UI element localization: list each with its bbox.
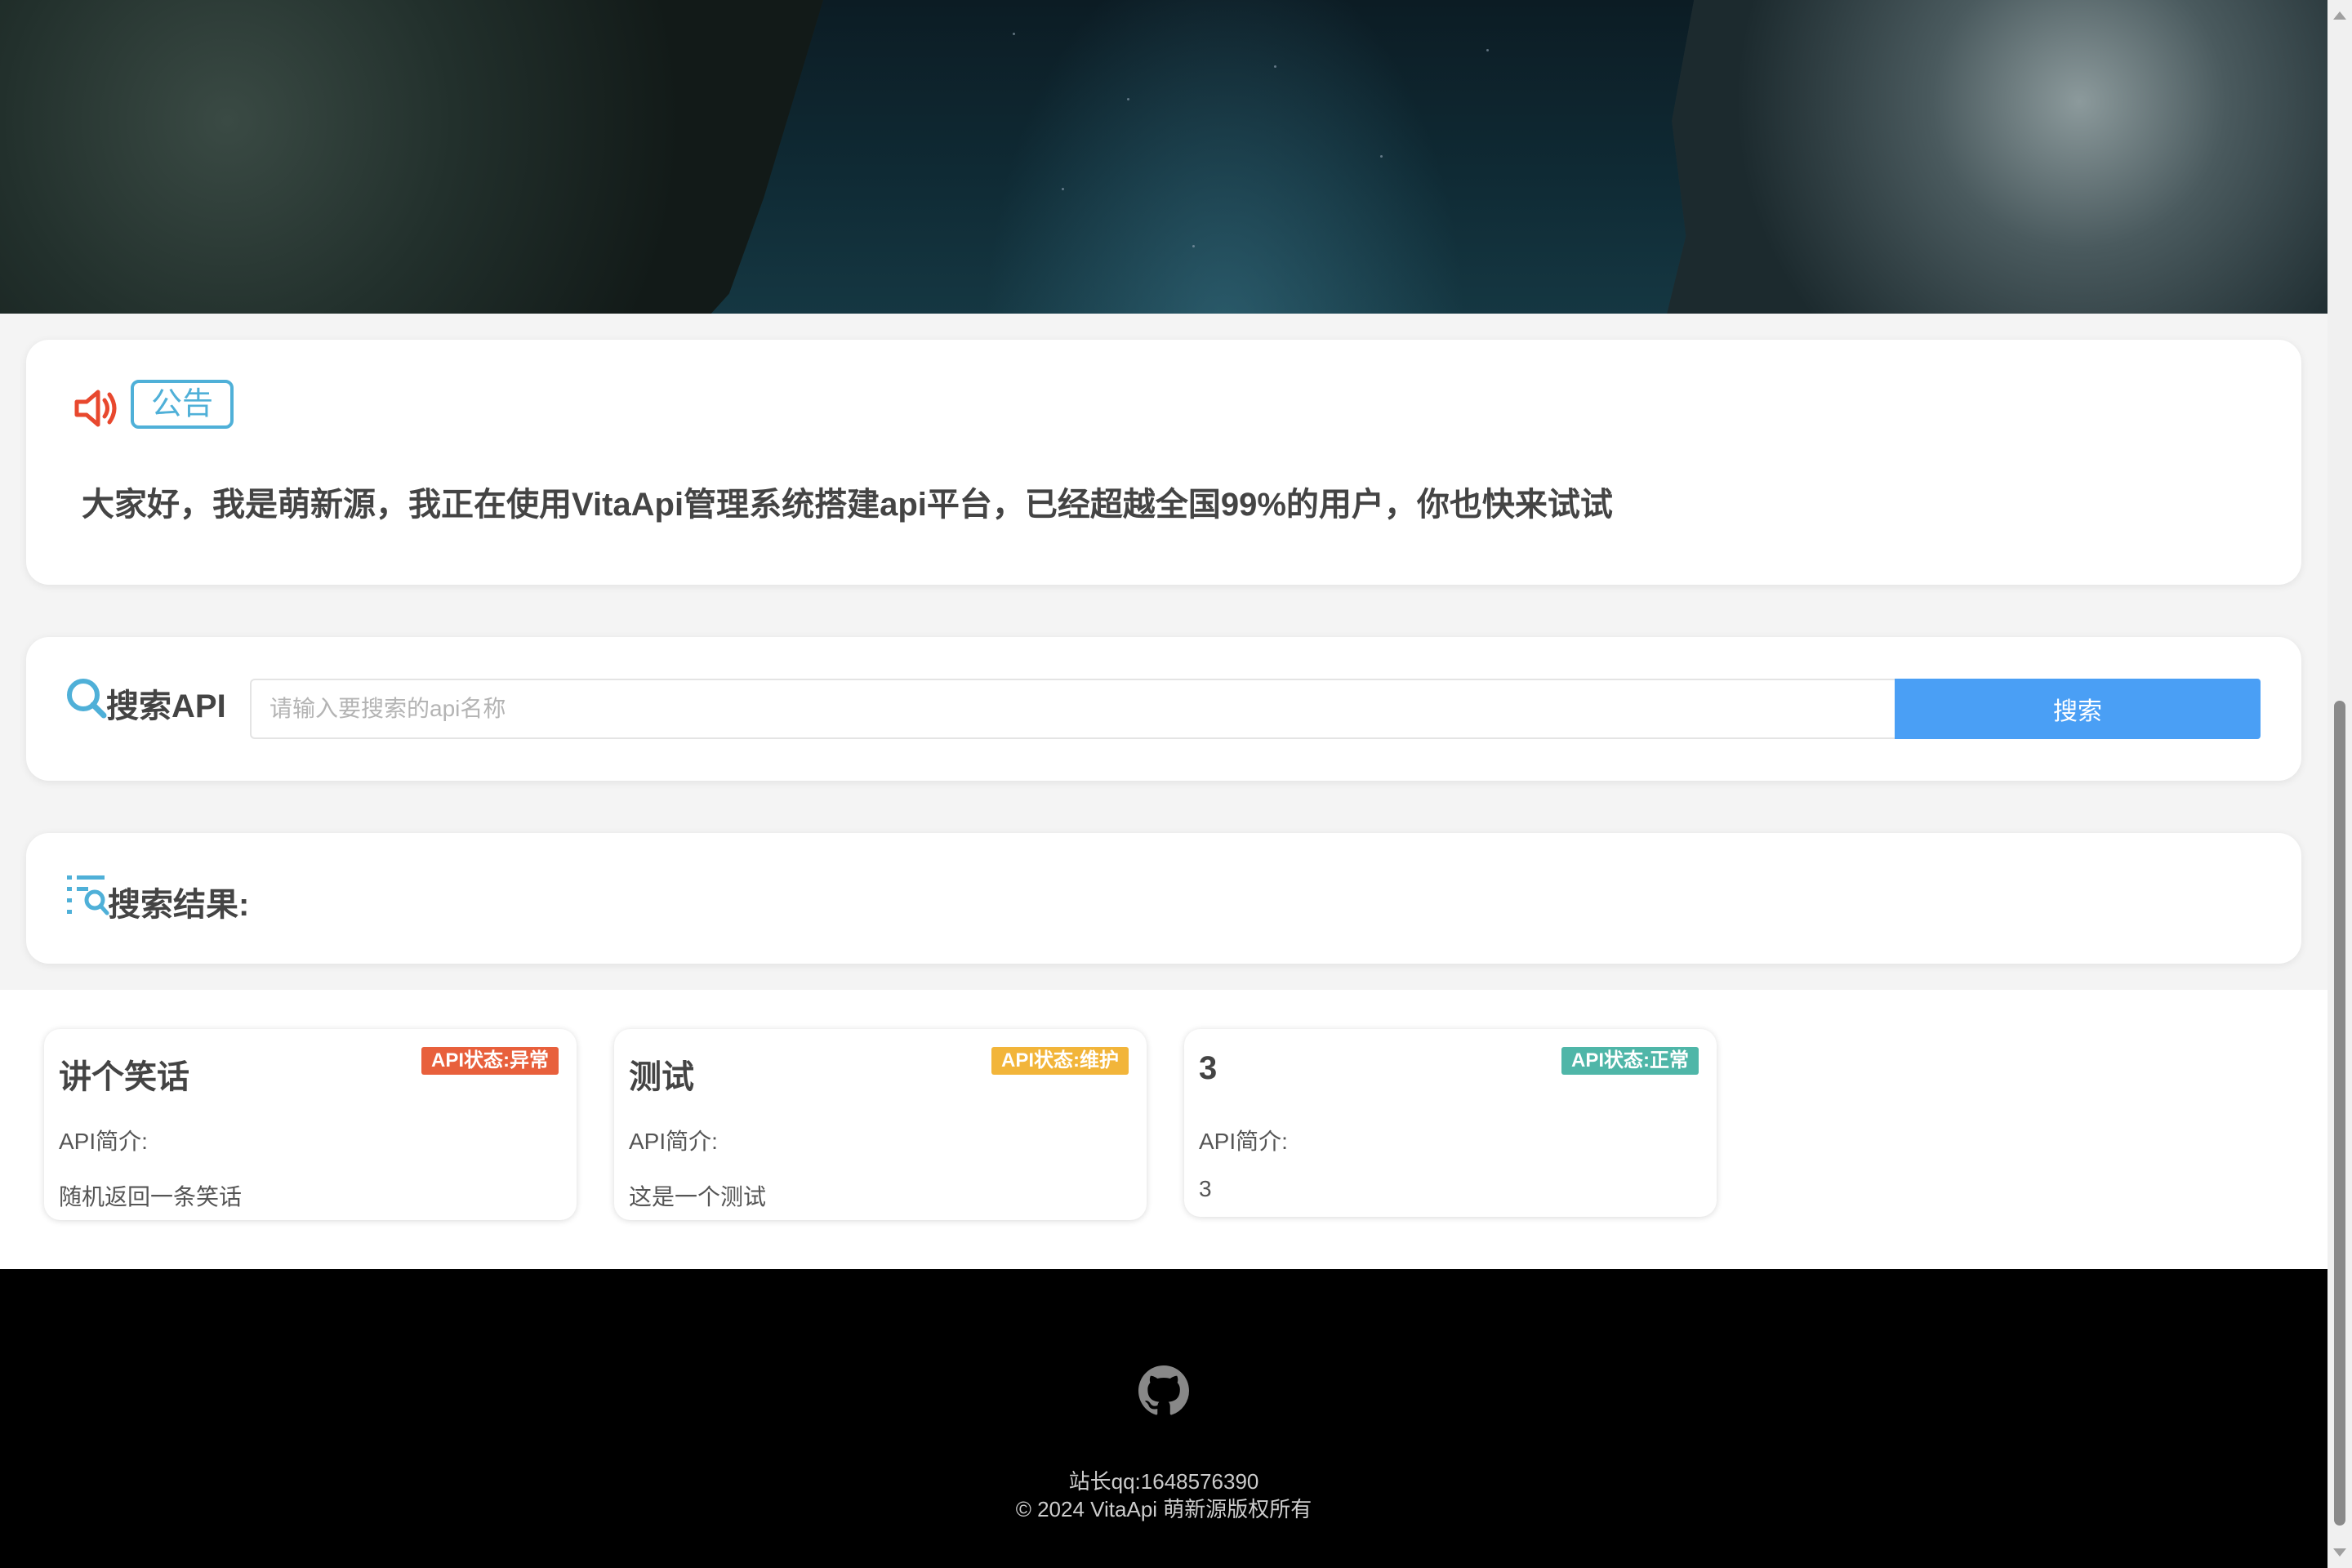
star [1062,188,1064,190]
api-intro-label: API简介: [629,1129,718,1154]
hero-banner-image [0,0,2328,314]
star [1127,98,1129,100]
list-search-icon [67,875,109,915]
api-card[interactable]: 测试 API状态:维护 API简介: 这是一个测试 [614,1029,1147,1220]
footer-copyright: © 2024 VitaApi 萌新源版权所有 [1015,1497,1312,1521]
footer-qq: 站长qq:1648576390 [1068,1469,1259,1494]
results-label: 搜索结果: [108,887,250,923]
api-intro-label: API简介: [1199,1129,1288,1154]
star [1380,155,1383,158]
star [1013,33,1015,35]
scroll-up-icon[interactable] [2333,11,2346,20]
star [1274,65,1276,68]
api-name: 讲个笑话 [59,1059,189,1095]
api-list: 讲个笑话 API状态:异常 API简介: 随机返回一条笑话 测试 API状态:维… [0,990,2328,1269]
notice-card [26,340,2301,585]
footer: 站长qq:1648576390 © 2024 VitaApi 萌新源版权所有 [0,1269,2328,1568]
scrollbar[interactable] [2328,0,2352,1568]
api-status-badge: API状态:正常 [1561,1047,1699,1075]
search-input[interactable] [250,679,1895,739]
search-icon [67,679,107,719]
api-card[interactable]: 3 API状态:正常 API简介: 3 [1184,1029,1717,1217]
speaker-icon [74,390,117,427]
scroll-thumb[interactable] [2334,701,2345,1526]
api-status-badge: API状态:异常 [421,1047,559,1075]
api-intro: 随机返回一条笑话 [59,1184,243,1209]
api-name: 测试 [629,1059,694,1095]
notice-text: 大家好，我是萌新源，我正在使用VitaApi管理系统搭建api平台，已经超越全国… [82,487,1613,523]
api-intro-label: API简介: [59,1129,148,1154]
api-card[interactable]: 讲个笑话 API状态:异常 API简介: 随机返回一条笑话 [44,1029,577,1220]
search-button[interactable]: 搜索 [1895,679,2261,739]
results-card [26,833,2301,964]
search-label: 搜索API [106,688,226,724]
api-name: 3 [1199,1050,1218,1086]
page: 公告 大家好，我是萌新源，我正在使用VitaApi管理系统搭建api平台，已经超… [0,0,2328,1568]
hero-stars [0,0,2328,314]
star [1486,49,1489,51]
api-intro: 这是一个测试 [629,1184,767,1209]
notice-tag: 公告 [131,380,234,429]
star [1192,245,1195,247]
api-status-badge: API状态:维护 [991,1047,1129,1075]
api-intro: 3 [1199,1176,1212,1201]
github-icon[interactable] [1138,1365,1189,1416]
scroll-down-icon[interactable] [2333,1548,2346,1557]
